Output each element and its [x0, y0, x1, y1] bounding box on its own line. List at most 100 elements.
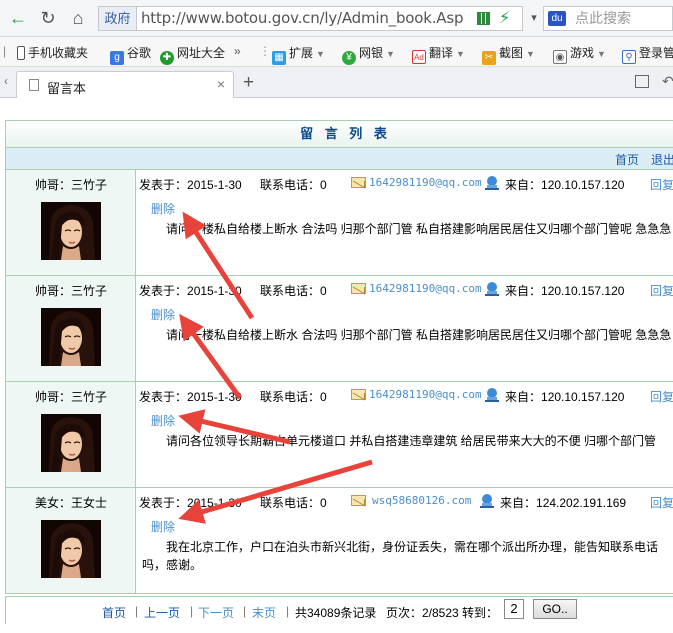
home-link[interactable]: 首页	[615, 151, 639, 168]
site-label: 政府	[99, 7, 137, 30]
ip-source: 来自：120.10.157.120	[505, 390, 625, 404]
page-title: 留 言 列 表	[6, 120, 673, 148]
bookmark-google[interactable]: g 谷歌	[110, 44, 151, 65]
bookmark-label: 网银	[359, 46, 384, 60]
back-arrow-icon[interactable]: ←	[8, 8, 28, 28]
email-link[interactable]: 1642981190@qq.com	[369, 388, 482, 401]
logout-link[interactable]: 退出	[651, 151, 673, 168]
reply-link[interactable]: 回复	[650, 388, 673, 405]
bookmark-label: 网址大全	[177, 46, 226, 60]
message-text: 请问一楼私自给楼上断水 合法吗 归那个部门管 私自搭建影响居民居住又归哪个部门管…	[166, 328, 672, 342]
admin-links: 首页 退出	[6, 148, 673, 170]
google-icon: g	[110, 51, 124, 65]
search-box[interactable]: du 点此搜索	[543, 6, 673, 31]
avatar	[41, 520, 101, 578]
reply-link[interactable]: 回复	[650, 176, 673, 193]
contact-phone: 联系电话：0	[260, 284, 327, 298]
avatar	[41, 202, 101, 260]
bookmark-label: 翻译	[429, 46, 454, 60]
bookmark-separator: |	[3, 44, 7, 58]
page-number-input[interactable]: 2	[504, 599, 524, 619]
go-button[interactable]: GO..	[533, 599, 577, 619]
contact-phone: 联系电话：0	[260, 178, 327, 192]
separator: |	[286, 604, 290, 618]
screenshot-icon: ✂	[482, 51, 496, 65]
email-link[interactable]: wsq58680126.com	[372, 494, 471, 507]
author-cell: 美女：王女士	[6, 488, 136, 593]
message-entry: 帅哥：三竹子 发表于：2015-1-30 联系电话：0 1642981190@q…	[6, 276, 673, 382]
delete-link[interactable]: 删除	[151, 412, 175, 429]
guestbook-panel: 留 言 列 表 首页 退出 帅哥：三竹子 发表于：2015-1-30 联系电话：…	[5, 120, 673, 594]
post-date: 发表于：2015-1-30	[139, 390, 242, 404]
author-cell: 帅哥：三竹子	[6, 276, 136, 381]
mobile-icon	[17, 46, 25, 60]
close-icon[interactable]: ×	[217, 76, 225, 92]
computer-icon	[485, 176, 499, 190]
reply-link[interactable]: 回复	[650, 494, 673, 511]
browser-toolbar: ← ↻ ⌂ 政府 http://www.botou.gov.cn/ly/Admi…	[0, 0, 673, 37]
bookmark-login[interactable]: ⚲ 登录管	[622, 44, 673, 64]
email-icon[interactable]	[351, 283, 366, 294]
email-icon[interactable]	[351, 389, 366, 400]
baidu-paw-icon[interactable]: du	[548, 11, 566, 26]
delete-link[interactable]: 删除	[151, 306, 175, 323]
lightning-icon[interactable]: ⚡	[499, 8, 510, 28]
first-page-link[interactable]: 首页	[102, 604, 126, 621]
email-icon[interactable]	[351, 495, 366, 506]
bookmark-bank[interactable]: ¥ 网银 ▼	[342, 44, 395, 65]
message-entry: 美女：王女士 发表于：2015-1-30 联系电话：0 wsq58680126.…	[6, 488, 673, 594]
qr-code-icon[interactable]	[477, 12, 490, 25]
delete-link[interactable]: 删除	[151, 518, 175, 535]
email-icon[interactable]	[351, 177, 366, 188]
tab-title: 留言本	[47, 81, 87, 96]
address-bar[interactable]: 政府 http://www.botou.gov.cn/ly/Admin_book…	[98, 6, 523, 31]
email-link[interactable]: 1642981190@qq.com	[369, 176, 482, 189]
chevron-down-icon[interactable]: ▾	[524, 8, 544, 28]
contact-phone: 联系电话：0	[260, 496, 327, 510]
bank-icon: ¥	[342, 51, 356, 65]
hao-icon: ✚	[160, 51, 174, 65]
ip-source: 来自：120.10.157.120	[505, 284, 625, 298]
search-input[interactable]: 点此搜索	[575, 7, 631, 30]
author-name: 帅哥：三竹子	[34, 178, 107, 192]
restore-tab-icon[interactable]: ↶	[662, 73, 673, 90]
computer-icon	[480, 494, 494, 508]
bookmark-translate[interactable]: Ad 翻译 ▼	[412, 44, 465, 64]
prev-page-link[interactable]: 上一页	[144, 604, 180, 621]
tab-guestbook[interactable]: 留言本 ×	[16, 71, 234, 98]
url-text[interactable]: http://www.botou.gov.cn/ly/Admin_book.As…	[141, 7, 471, 30]
email-link[interactable]: 1642981190@qq.com	[369, 282, 482, 295]
ip-source: 来自：124.202.191.169	[500, 496, 627, 510]
goto-label: 转到：	[462, 606, 499, 620]
message-entry: 帅哥：三竹子 发表于：2015-1-30 联系电话：0 1642981190@q…	[6, 170, 673, 276]
delete-link[interactable]: 删除	[151, 200, 175, 217]
computer-icon	[485, 388, 499, 402]
more-bookmarks-icon[interactable]: »	[234, 44, 241, 58]
tab-list-icon[interactable]	[635, 75, 649, 88]
home-icon[interactable]: ⌂	[68, 8, 88, 28]
post-date: 发表于：2015-1-30	[139, 178, 242, 192]
separator: |	[243, 604, 247, 618]
next-page-link[interactable]: 下一页	[198, 604, 234, 621]
tab-scroll-left-icon[interactable]: ‹	[4, 74, 8, 88]
message-text: 请问各位领导长期霸占单元楼道口 并私自搭建违章建筑 给居民带来大大的不便 归哪个…	[166, 434, 657, 448]
login-icon: ⚲	[622, 50, 636, 64]
new-tab-icon[interactable]: +	[243, 72, 254, 94]
translate-icon: Ad	[412, 50, 426, 64]
bookmark-screenshot[interactable]: ✂ 截图 ▼	[482, 44, 535, 65]
message-text: 我在北京工作，户口在泊头市新兴北街，身份证丢失，需在哪个派出所办理，能告知联系电…	[142, 540, 659, 572]
bookmark-extension[interactable]: ▦ 扩展 ▼	[272, 44, 325, 65]
bookmark-hao[interactable]: ✚ 网址大全	[160, 44, 225, 65]
message-entry: 帅哥：三竹子 发表于：2015-1-30 联系电话：0 1642981190@q…	[6, 382, 673, 488]
page-info: 页次：2/8523	[386, 606, 459, 620]
reply-link[interactable]: 回复	[650, 282, 673, 299]
last-page-link[interactable]: 末页	[252, 604, 276, 621]
bookmark-game[interactable]: ◉ 游戏 ▼	[553, 44, 606, 64]
bookmark-label: 截图	[499, 46, 524, 60]
refresh-icon[interactable]: ↻	[38, 8, 58, 28]
separator: |	[190, 604, 194, 618]
post-date: 发表于：2015-1-30	[139, 284, 242, 298]
bookmark-label: 谷歌	[127, 46, 152, 60]
bookmark-mobile[interactable]: 手机收藏夹	[17, 44, 88, 61]
bookmark-label: 游戏	[570, 46, 595, 60]
